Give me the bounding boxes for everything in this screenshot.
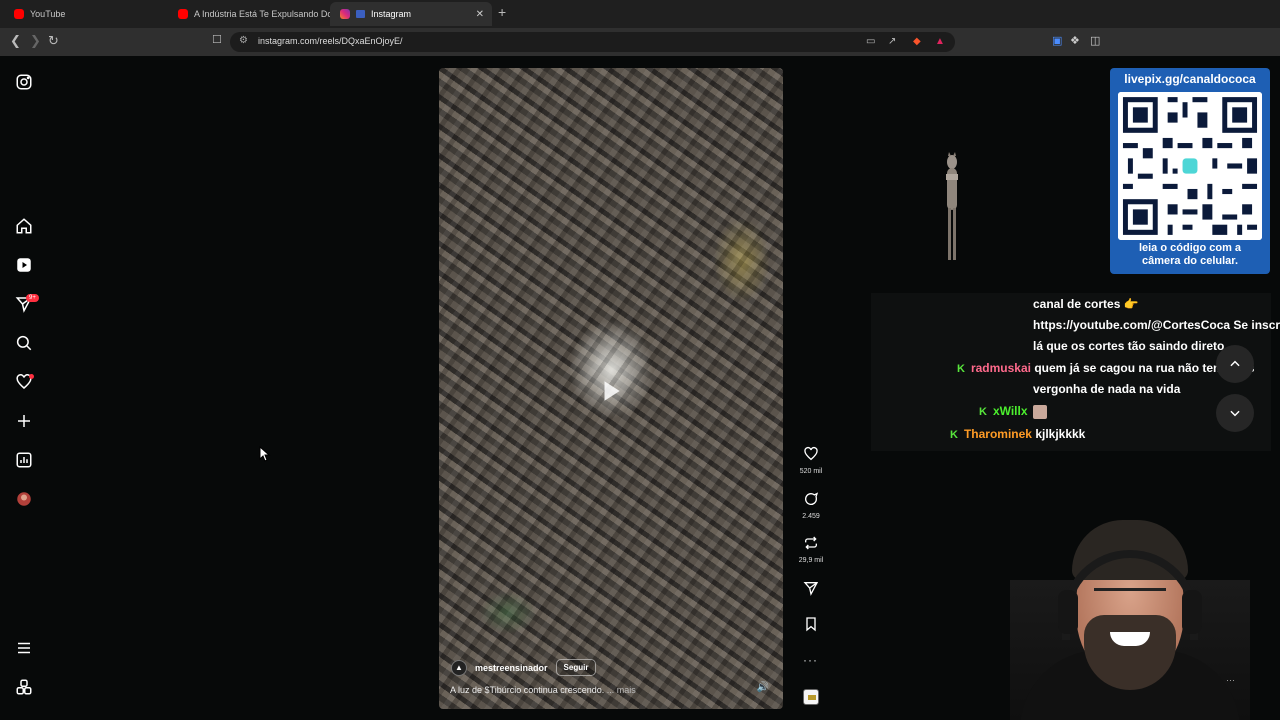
chat-username: radmuskai xyxy=(970,361,1031,375)
reels-icon[interactable] xyxy=(14,255,34,275)
instagram-favicon-icon xyxy=(340,9,350,19)
reload-button[interactable]: ↻ xyxy=(48,33,59,49)
tab-youtube[interactable]: YouTube xyxy=(4,2,168,26)
youtube-favicon-icon xyxy=(14,9,24,19)
back-button[interactable]: ❮ xyxy=(10,33,21,49)
comment-icon[interactable] xyxy=(803,491,819,507)
sidebar-toggle-icon[interactable]: ◫ xyxy=(1090,34,1100,47)
previous-reel-button[interactable] xyxy=(1216,345,1254,383)
volume-icon[interactable]: 🔊 xyxy=(757,682,769,693)
puzzle-icon[interactable]: ❖ xyxy=(1070,34,1080,47)
chat-message: canal de cortes 👉 xyxy=(1033,297,1139,311)
more-link[interactable]: ... mais xyxy=(607,685,636,695)
brave-rewards-icon[interactable]: ▲ xyxy=(935,36,945,47)
save-action[interactable] xyxy=(796,616,826,637)
tab-video[interactable]: A Indústria Está Te Expulsando Do G xyxy=(168,2,330,26)
reel-video[interactable]: ▲ mestreensinador Seguir A luz de $Tibúr… xyxy=(439,68,783,709)
window-icon xyxy=(356,10,365,18)
browser-toolbar: ❮ ❯ ↻ ☐ ⚙ instagram.com/reels/DQxaEnOjoy… xyxy=(0,28,1280,56)
cast-icon[interactable]: ▭ xyxy=(866,36,875,47)
menu-icon[interactable] xyxy=(14,638,34,658)
more-icon[interactable]: ··· xyxy=(1226,675,1235,685)
chevron-down-icon xyxy=(1230,410,1240,417)
qr-caption: leia o código com a câmera do celular. xyxy=(1110,242,1270,268)
heart-icon[interactable] xyxy=(803,446,819,462)
instagram-sidebar: 9+ xyxy=(0,56,48,720)
share-icon[interactable]: ↗ xyxy=(888,36,896,47)
caption-text: A luz de $Tibúrcio continua crescendo. xyxy=(450,685,605,695)
mouse-cursor-icon xyxy=(259,446,271,462)
messages-badge: 9+ xyxy=(26,294,39,302)
search-icon[interactable] xyxy=(14,333,34,353)
follow-button[interactable]: Seguir xyxy=(555,659,597,676)
repost-action[interactable]: 29,9 mil xyxy=(796,535,826,564)
chat-username: Tharominek xyxy=(963,427,1032,441)
tab-label: Instagram xyxy=(371,9,412,19)
chat-message: K Tharominek kjlkjkkkk xyxy=(950,427,1085,441)
chat-badge: K xyxy=(979,406,987,418)
audio-thumbnail[interactable] xyxy=(803,689,819,705)
screen: YouTube A Indústria Está Te Expulsando D… xyxy=(0,0,1280,720)
profile-avatar[interactable] xyxy=(14,489,34,509)
chat-username: xWillx xyxy=(992,404,1028,418)
home-icon[interactable] xyxy=(14,216,34,236)
next-reel-button[interactable] xyxy=(1216,394,1254,432)
address-bar[interactable]: ⚙ instagram.com/reels/DQxaEnOjoyE/ ▭ ↗ ◆… xyxy=(230,32,955,52)
bookmark-save-icon[interactable] xyxy=(803,616,819,632)
tab-instagram[interactable]: Instagram ✕ xyxy=(330,2,492,26)
url-text: instagram.com/reels/DQxaEnOjoyE/ xyxy=(258,36,403,46)
instagram-logo-icon[interactable] xyxy=(14,72,34,92)
notification-dot xyxy=(29,374,34,379)
streamer-webcam xyxy=(1010,520,1250,720)
more-options-icon[interactable]: ··· xyxy=(803,653,818,667)
qr-caption-line1: leia o código com a xyxy=(1138,242,1242,254)
brave-shield-icon[interactable]: ◆ xyxy=(913,36,921,47)
repost-icon[interactable] xyxy=(803,535,819,551)
tab-label: YouTube xyxy=(30,9,66,19)
chat-message: https://youtube.com/@CortesCoca Se inscr… xyxy=(1033,318,1280,332)
like-count: 520 mil xyxy=(799,468,823,475)
chat-message: Kradmuskai quem já se cagou na rua não t… xyxy=(957,361,1254,375)
chat-emote xyxy=(1032,404,1047,419)
author-avatar[interactable]: ▲ xyxy=(451,659,467,676)
forward-button[interactable]: ❯ xyxy=(30,33,41,49)
create-icon[interactable] xyxy=(14,411,34,431)
wolf-figure xyxy=(946,152,958,260)
qr-donation-box: livepix.gg/canaldococa leia o código com… xyxy=(1110,68,1270,274)
site-settings-icon[interactable]: ⚙ xyxy=(239,35,248,46)
qr-caption-line2: câmera do celular. xyxy=(1142,255,1238,267)
headset-ear-left xyxy=(1058,590,1078,634)
send-icon[interactable] xyxy=(803,580,819,596)
headset-ear-right xyxy=(1182,590,1202,634)
chat-text: kjlkjkkkk xyxy=(1035,427,1086,441)
chat-badge: K xyxy=(957,363,965,375)
chevron-up-icon xyxy=(1230,360,1240,367)
browser-tab-bar: YouTube A Indústria Está Te Expulsando D… xyxy=(0,0,1280,28)
youtube-favicon-icon xyxy=(178,9,188,19)
also-from-meta-icon[interactable] xyxy=(14,677,34,697)
qr-code-image xyxy=(1118,92,1262,240)
new-tab-button[interactable]: + xyxy=(498,4,506,20)
qr-title: livepix.gg/canaldococa xyxy=(1124,72,1256,86)
close-tab-icon[interactable]: ✕ xyxy=(476,9,484,20)
tab-label: A Indústria Está Te Expulsando Do G xyxy=(194,9,330,19)
comment-count: 2.459 xyxy=(802,513,820,520)
play-icon[interactable] xyxy=(598,378,624,404)
bookmark-icon[interactable]: ☐ xyxy=(212,33,222,46)
chat-message: vergonha de nada na vida xyxy=(1033,382,1181,396)
chat-badge: K xyxy=(950,429,958,441)
extension-icon[interactable]: ▣ xyxy=(1052,34,1062,47)
repost-count: 29,9 mil xyxy=(798,557,824,564)
reel-caption: A luz de $Tibúrcio continua crescendo. .… xyxy=(450,685,636,695)
stream-chat: canal de cortes 👉 https://youtube.com/@C… xyxy=(871,293,1280,451)
chat-message: KxWillx xyxy=(979,404,1047,419)
dashboard-icon[interactable] xyxy=(14,450,34,470)
comment-action[interactable]: 2.459 xyxy=(796,491,826,520)
chat-message: lá que os cortes tão saindo direto. xyxy=(1033,339,1228,353)
author-name[interactable]: mestreensinador xyxy=(475,663,548,673)
share-action[interactable] xyxy=(796,580,826,601)
reel-author-row: ▲ mestreensinador Seguir xyxy=(451,659,597,676)
like-action[interactable]: 520 mil xyxy=(796,446,826,475)
